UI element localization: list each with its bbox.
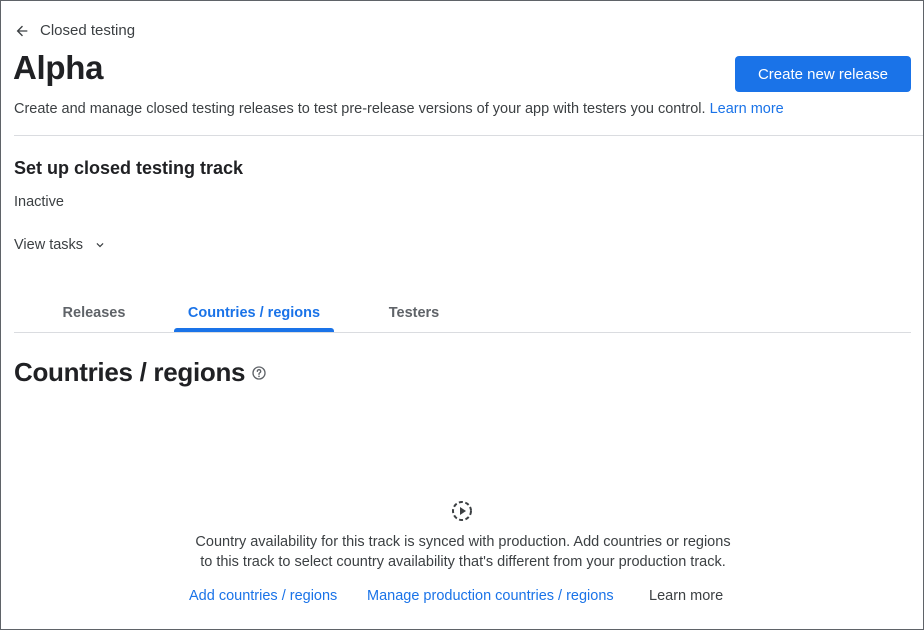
sync-play-icon [450, 499, 474, 523]
chevron-down-icon [93, 238, 107, 252]
header-divider [14, 135, 923, 136]
breadcrumb-label: Closed testing [40, 22, 136, 39]
tab-bar: Releases Countries / regions Testers [14, 297, 911, 333]
app-frame: Closed testing Alpha Create new release … [0, 0, 924, 630]
arrow-back-icon [14, 23, 30, 39]
setup-track-title: Set up closed testing track [14, 158, 244, 178]
empty-state-message-line1: Country availability for this track is s… [195, 534, 731, 550]
section-heading: Countries / regions [14, 357, 267, 388]
tab-testers[interactable]: Testers [364, 297, 464, 333]
add-countries-link[interactable]: Add countries / regions [189, 588, 337, 604]
track-status: Inactive [14, 194, 64, 210]
view-tasks-toggle[interactable]: View tasks [14, 237, 107, 253]
manage-production-countries-link[interactable]: Manage production countries / regions [367, 588, 614, 604]
page-subtitle: Create and manage closed testing release… [14, 101, 784, 117]
page-title: Alpha [13, 49, 104, 86]
section-heading-label: Countries / regions [14, 357, 246, 387]
tab-releases[interactable]: Releases [44, 297, 144, 333]
active-tab-indicator [174, 328, 334, 332]
help-circle-icon[interactable] [251, 365, 267, 381]
view-tasks-label: View tasks [14, 237, 84, 253]
breadcrumb[interactable]: Closed testing [14, 22, 135, 39]
learn-more-button[interactable]: Learn more [649, 588, 723, 604]
create-new-release-button[interactable]: Create new release [735, 56, 911, 92]
empty-state-message-line2: to this track to select country availabi… [200, 554, 726, 570]
subtitle-text: Create and manage closed testing release… [14, 101, 706, 117]
empty-state-actions: Add countries / regions Manage productio… [1, 588, 923, 608]
learn-more-link[interactable]: Learn more [710, 101, 784, 117]
